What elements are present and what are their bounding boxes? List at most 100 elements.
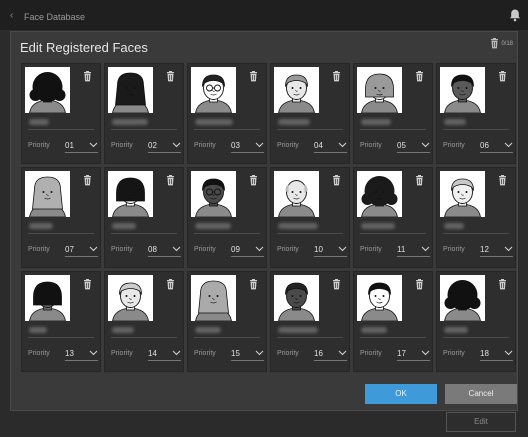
priority-value: 04	[314, 141, 323, 150]
trash-icon[interactable]	[415, 279, 424, 290]
trash-icon[interactable]	[415, 71, 424, 82]
ok-button[interactable]: OK	[365, 384, 437, 404]
priority-value: 06	[480, 141, 489, 150]
priority-select[interactable]: 12	[480, 242, 513, 257]
priority-select[interactable]: 10	[314, 242, 347, 257]
trash-icon[interactable]	[249, 71, 258, 82]
chevron-down-icon	[504, 142, 513, 148]
trash-icon[interactable]	[498, 175, 507, 186]
priority-label: Priority	[443, 246, 465, 253]
face-card: Priority 16	[270, 271, 350, 372]
portrait-illustration-icon	[191, 275, 236, 321]
priority-select[interactable]: 13	[65, 346, 98, 361]
priority-underline	[397, 360, 430, 361]
trash-icon[interactable]	[166, 71, 175, 82]
face-name-redacted	[112, 223, 136, 229]
face-name-redacted	[29, 223, 53, 229]
face-name-redacted	[29, 327, 47, 333]
trash-icon[interactable]	[249, 279, 258, 290]
name-underline	[443, 129, 509, 130]
priority-value: 10	[314, 245, 323, 254]
priority-value: 03	[231, 141, 240, 150]
priority-value: 02	[148, 141, 157, 150]
trash-icon[interactable]	[166, 175, 175, 186]
trash-icon[interactable]	[83, 279, 92, 290]
portrait-illustration-icon	[108, 67, 153, 113]
face-photo	[191, 171, 236, 217]
priority-underline	[231, 256, 264, 257]
priority-select[interactable]: 04	[314, 138, 347, 153]
trash-icon[interactable]	[332, 71, 341, 82]
page-title: Face Database	[24, 12, 86, 22]
face-card: Priority 17	[353, 271, 433, 372]
trash-icon[interactable]	[490, 38, 499, 49]
priority-select[interactable]: 16	[314, 346, 347, 361]
priority-label: Priority	[111, 142, 133, 149]
priority-label: Priority	[277, 142, 299, 149]
face-photo	[108, 67, 153, 113]
face-name-redacted	[444, 327, 468, 333]
priority-label: Priority	[360, 350, 382, 357]
priority-select[interactable]: 01	[65, 138, 98, 153]
priority-underline	[65, 152, 98, 153]
trash-icon[interactable]	[332, 175, 341, 186]
face-photo	[357, 171, 402, 217]
priority-select[interactable]: 03	[231, 138, 264, 153]
priority-underline	[480, 360, 513, 361]
priority-select[interactable]: 05	[397, 138, 430, 153]
priority-select[interactable]: 15	[231, 346, 264, 361]
priority-select[interactable]: 06	[480, 138, 513, 153]
portrait-illustration-icon	[274, 275, 319, 321]
priority-value: 07	[65, 245, 74, 254]
priority-underline	[397, 256, 430, 257]
priority-select[interactable]: 07	[65, 242, 98, 257]
priority-label: Priority	[277, 246, 299, 253]
trash-icon[interactable]	[498, 279, 507, 290]
face-card: Priority 12	[436, 167, 516, 268]
priority-select[interactable]: 18	[480, 346, 513, 361]
face-name-redacted	[361, 119, 391, 125]
priority-select[interactable]: 14	[148, 346, 181, 361]
priority-select[interactable]: 11	[397, 242, 430, 257]
face-name-redacted	[278, 223, 318, 229]
priority-underline	[231, 360, 264, 361]
priority-underline	[231, 152, 264, 153]
priority-label: Priority	[360, 246, 382, 253]
portrait-illustration-icon	[440, 67, 485, 113]
chevron-down-icon	[172, 350, 181, 356]
chevron-down-icon	[504, 350, 513, 356]
priority-label: Priority	[194, 246, 216, 253]
portrait-illustration-icon	[357, 171, 402, 217]
priority-underline	[480, 256, 513, 257]
face-card: Priority 11	[353, 167, 433, 268]
priority-select[interactable]: 09	[231, 242, 264, 257]
priority-select[interactable]: 02	[148, 138, 181, 153]
trash-icon[interactable]	[415, 175, 424, 186]
face-card: Priority 04	[270, 63, 350, 164]
priority-value: 15	[231, 349, 240, 358]
name-underline	[111, 129, 177, 130]
name-underline	[360, 233, 426, 234]
portrait-illustration-icon	[440, 275, 485, 321]
cancel-button[interactable]: Cancel	[445, 384, 517, 404]
bell-icon[interactable]	[508, 8, 522, 22]
face-photo	[108, 171, 153, 217]
priority-label: Priority	[28, 142, 50, 149]
priority-value: 16	[314, 349, 323, 358]
trash-icon[interactable]	[498, 71, 507, 82]
trash-icon[interactable]	[83, 175, 92, 186]
back-arrow-icon[interactable]: ‹	[10, 10, 13, 21]
face-photo	[191, 275, 236, 321]
trash-icon[interactable]	[332, 279, 341, 290]
trash-icon[interactable]	[83, 71, 92, 82]
priority-select[interactable]: 08	[148, 242, 181, 257]
priority-value: 12	[480, 245, 489, 254]
priority-value: 17	[397, 349, 406, 358]
portrait-illustration-icon	[274, 171, 319, 217]
priority-underline	[148, 256, 181, 257]
priority-value: 11	[397, 245, 406, 254]
priority-underline	[314, 360, 347, 361]
trash-icon[interactable]	[249, 175, 258, 186]
trash-icon[interactable]	[166, 279, 175, 290]
priority-select[interactable]: 17	[397, 346, 430, 361]
